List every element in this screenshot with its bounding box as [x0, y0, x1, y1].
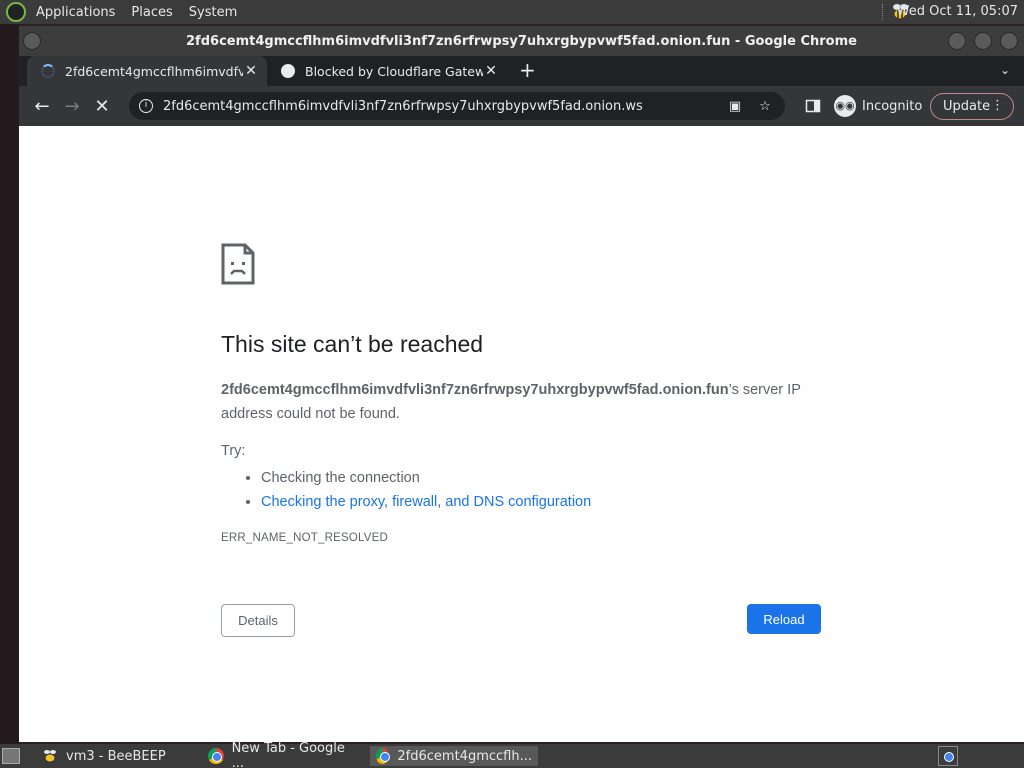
bee-icon	[44, 750, 56, 763]
error-host: 2fd6cemt4gmccflhm6imvdfvli3nf7zn6rfrwpsy…	[221, 382, 729, 398]
back-arrow-icon[interactable]: ←	[27, 96, 57, 117]
tray-chrome-icon[interactable]	[938, 746, 958, 766]
menu-places[interactable]: Places	[123, 5, 180, 20]
bookmark-star-icon[interactable]: ☆	[755, 99, 775, 114]
window-title: 2fd6cemt4gmccflhm6imvdfvli3nf7zn6rfrwpsy…	[186, 33, 857, 49]
tab-close-icon[interactable]: ✕	[483, 63, 499, 79]
chrome-icon	[376, 748, 391, 764]
qr-code-icon[interactable]: ▣	[725, 99, 745, 114]
update-button[interactable]: Update ⋮	[930, 93, 1014, 120]
suggestion-check-connection: Checking the connection	[261, 466, 591, 490]
clock[interactable]: Wed Oct 11, 05:07	[897, 4, 1018, 19]
stop-loading-icon[interactable]: ✕	[87, 96, 117, 117]
side-panel-icon	[805, 99, 821, 113]
incognito-label: Incognito	[862, 98, 923, 114]
tab-close-icon[interactable]: ✕	[243, 63, 259, 79]
desktop-background	[0, 24, 19, 744]
taskbar-item-label: vm3 - BeeBEEP	[66, 748, 166, 764]
window-menu-icon[interactable]	[23, 32, 41, 50]
error-description: 2fd6cemt4gmccflhm6imvdfvli3nf7zn6rfrwpsy…	[221, 378, 831, 426]
tab-search-chevron-icon[interactable]: ⌄	[1000, 63, 1010, 77]
chrome-window: 2fd6cemt4gmccflhm6imvdfvli3nf7zn6rfrwpsy…	[19, 26, 1024, 742]
tab-onion-site[interactable]: 2fd6cemt4gmccflhm6imvdfvli3nf7zn6rfrwpsy…	[27, 56, 267, 86]
top-panel: Applications Places System Wed Oct 11, 0…	[0, 0, 1024, 24]
menu-applications[interactable]: Applications	[28, 5, 123, 20]
details-button[interactable]: Details	[221, 604, 295, 637]
error-code: ERR_NAME_NOT_RESOLVED	[221, 532, 388, 544]
side-panel-button[interactable]	[805, 92, 821, 120]
suggestion-list: Checking the connection Checking the pro…	[261, 466, 591, 514]
taskbar-item-new-tab[interactable]: New Tab - Google ...	[202, 741, 364, 768]
error-page: This site can’t be reached 2fd6cemt4gmcc…	[19, 126, 1024, 742]
forward-arrow-icon[interactable]: →	[57, 96, 87, 117]
suggestion-proxy-link[interactable]: Checking the proxy, firewall, and DNS co…	[261, 494, 591, 510]
try-label: Try:	[221, 443, 246, 459]
error-title: This site can’t be reached	[221, 331, 484, 357]
new-tab-icon[interactable]: +	[519, 58, 536, 82]
update-label: Update	[943, 99, 991, 114]
minimize-icon[interactable]	[948, 32, 966, 50]
toolbar: ← → ✕ i 2fd6cemt4gmccflhm6imvdfvli3nf7zn…	[19, 86, 1024, 126]
taskbar-item-beebeep[interactable]: vm3 - BeeBEEP	[36, 746, 196, 766]
globe-icon	[281, 64, 295, 78]
distro-logo-icon[interactable]	[6, 2, 26, 22]
taskbar-item-label: 2fd6cemt4gmccflh...	[397, 748, 532, 764]
loading-spinner-icon	[41, 64, 55, 78]
incognito-indicator[interactable]: ◉◉ Incognito	[834, 92, 922, 120]
address-bar[interactable]: i 2fd6cemt4gmccflhm6imvdfvli3nf7zn6rfrwp…	[129, 92, 785, 120]
taskbar: vm3 - BeeBEEP New Tab - Google ... 2fd6c…	[0, 741, 1024, 768]
tab-title: Blocked by Cloudflare Gateway	[305, 63, 483, 79]
window-titlebar[interactable]: 2fd6cemt4gmccflhm6imvdfvli3nf7zn6rfrwpsy…	[19, 26, 1024, 56]
reload-button[interactable]: Reload	[747, 604, 821, 634]
tab-strip: 2fd6cemt4gmccflhm6imvdfvli3nf7zn6rfrwpsy…	[19, 56, 1024, 86]
maximize-icon[interactable]	[974, 32, 992, 50]
menu-system[interactable]: System	[181, 5, 245, 20]
site-info-icon[interactable]: i	[139, 99, 153, 113]
close-window-icon[interactable]	[1000, 32, 1018, 50]
chrome-icon	[208, 748, 224, 764]
sad-page-icon	[221, 243, 255, 285]
tab-cloudflare-blocked[interactable]: Blocked by Cloudflare Gateway ✕	[267, 56, 507, 86]
taskbar-item-label: New Tab - Google ...	[231, 741, 345, 768]
taskbar-item-onion-site[interactable]: 2fd6cemt4gmccflh...	[370, 746, 538, 766]
suggestion-item: Checking the proxy, firewall, and DNS co…	[261, 490, 591, 514]
incognito-icon: ◉◉	[834, 95, 856, 117]
show-desktop-icon[interactable]	[2, 748, 20, 764]
tab-title: 2fd6cemt4gmccflhm6imvdfvli3nf7zn6rfrwpsy…	[65, 63, 243, 79]
panel-separator	[882, 4, 884, 20]
address-url[interactable]: 2fd6cemt4gmccflhm6imvdfvli3nf7zn6rfrwpsy…	[163, 99, 715, 114]
more-menu-icon[interactable]: ⋮	[991, 98, 1004, 113]
